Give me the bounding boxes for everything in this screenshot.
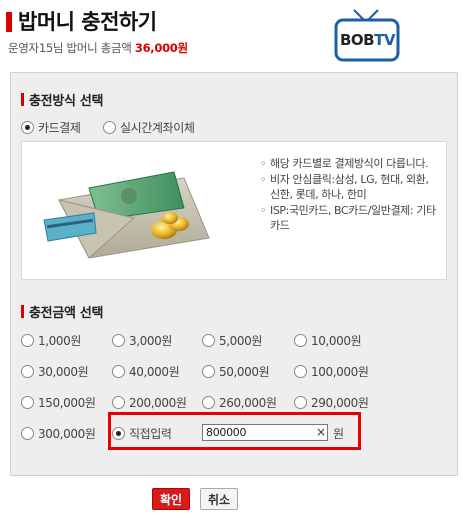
confirm-button[interactable]: 확인 <box>152 488 190 510</box>
radio-label: 200,000원 <box>129 396 187 410</box>
radio-label: 5,000원 <box>219 334 262 348</box>
amount-radio-custom[interactable]: 직접입력 <box>112 425 172 442</box>
radio-label: 실시간계좌이체 <box>120 121 195 135</box>
title-accent-bar <box>6 12 12 32</box>
amount-radio-100000[interactable]: 100,000원 <box>294 363 369 380</box>
radio-circle[interactable] <box>103 121 116 134</box>
radio-label: 30,000원 <box>38 365 89 379</box>
info-item: 해당 카드별로 결제방식이 다릅니다. <box>260 156 440 171</box>
radio-circle[interactable] <box>21 396 34 409</box>
radio-label: 40,000원 <box>129 365 180 379</box>
amount-radio-40000[interactable]: 40,000원 <box>112 363 180 380</box>
radio-label: 10,000원 <box>311 334 362 348</box>
radio-circle[interactable] <box>112 334 125 347</box>
page-title: 밥머니 충전하기 <box>18 10 157 34</box>
wallet-money-illustration <box>43 171 210 259</box>
radio-label: 150,000원 <box>38 396 96 410</box>
amount-radio-5000[interactable]: 5,000원 <box>202 332 262 349</box>
method-section-title: 충전방식 선택 <box>21 90 103 109</box>
radio-label: 50,000원 <box>219 365 270 379</box>
radio-circle[interactable] <box>21 334 34 347</box>
payment-info-box: 해당 카드별로 결제방식이 다릅니다. 비자 안심클릭:삼성, LG, 현대, … <box>21 141 447 280</box>
method-radio-bank-transfer[interactable]: 실시간계좌이체 <box>103 119 195 136</box>
radio-circle[interactable] <box>21 121 34 134</box>
amount-radio-200000[interactable]: 200,000원 <box>112 394 187 411</box>
radio-circle[interactable] <box>202 334 215 347</box>
amount-radio-3000[interactable]: 3,000원 <box>112 332 172 349</box>
amount-radio-1000[interactable]: 1,000원 <box>21 332 81 349</box>
currency-unit: 원 <box>333 427 345 441</box>
radio-circle[interactable] <box>21 365 34 378</box>
amount-radio-30000[interactable]: 30,000원 <box>21 363 89 380</box>
method-radio-card[interactable]: 카드결제 <box>21 119 81 136</box>
amount-radio-10000[interactable]: 10,000원 <box>294 332 362 349</box>
radio-circle[interactable] <box>294 396 307 409</box>
amount-radio-300000[interactable]: 300,000원 <box>21 425 96 442</box>
radio-circle[interactable] <box>294 365 307 378</box>
radio-label: 300,000원 <box>38 427 96 441</box>
radio-label: 3,000원 <box>129 334 172 348</box>
radio-circle[interactable] <box>112 427 125 440</box>
radio-label: 직접입력 <box>129 427 172 441</box>
radio-circle[interactable] <box>294 334 307 347</box>
radio-label: 260,000원 <box>219 396 277 410</box>
radio-label: 1,000원 <box>38 334 81 348</box>
bobtv-logo: BOBTV <box>334 8 402 64</box>
amount-radio-50000[interactable]: 50,000원 <box>202 363 270 380</box>
logo-text: BOBTV <box>340 31 395 49</box>
radio-circle[interactable] <box>202 396 215 409</box>
radio-circle[interactable] <box>112 396 125 409</box>
charge-panel: 충전방식 선택 카드결제 실시간계좌이체 ◦ 해당 카드별로 결제방식이 다릅니… <box>10 72 458 476</box>
clear-input-icon[interactable]: × <box>316 424 326 441</box>
radio-circle[interactable] <box>112 365 125 378</box>
payment-info-list: 해당 카드별로 결제방식이 다릅니다. 비자 안심클릭:삼성, LG, 현대, … <box>260 156 440 234</box>
info-item: ISP:국민카드, BC카드/일반결제: 기타카드 <box>260 203 440 233</box>
cancel-button[interactable]: 취소 <box>200 488 238 510</box>
info-item: 비자 안심클릭:삼성, LG, 현대, 외환, 신한, 롯데, 하나, 한미 <box>260 172 440 202</box>
radio-label: 290,000원 <box>311 396 369 410</box>
amount-radio-150000[interactable]: 150,000원 <box>21 394 96 411</box>
balance-label: 운영자15님 밥머니 총금액 <box>8 41 132 55</box>
balance-amount: 36,000원 <box>134 41 188 55</box>
amount-radio-290000[interactable]: 290,000원 <box>294 394 369 411</box>
balance-summary: 운영자15님 밥머니 총금액 36,000원 <box>8 40 188 56</box>
amount-radio-260000[interactable]: 260,000원 <box>202 394 277 411</box>
custom-amount-input[interactable] <box>202 424 328 441</box>
amount-section-title: 충전금액 선택 <box>21 302 103 321</box>
radio-label: 100,000원 <box>311 365 369 379</box>
radio-circle[interactable] <box>202 365 215 378</box>
radio-circle[interactable] <box>21 427 34 440</box>
radio-label: 카드결제 <box>38 121 81 135</box>
